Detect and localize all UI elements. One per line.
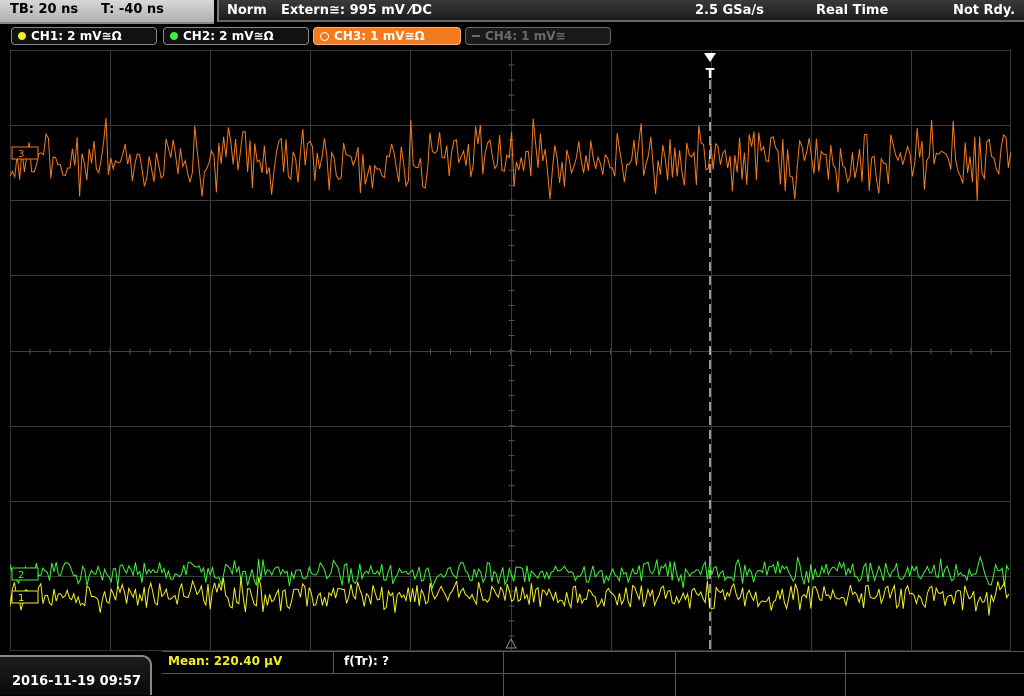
- measurement-slot-6[interactable]: [162, 674, 504, 696]
- ch3-marker-label: 3: [18, 149, 24, 160]
- ch2-label: CH2: 2 mV≅Ω: [183, 29, 274, 43]
- measurement-slot-8[interactable]: [676, 674, 846, 696]
- channel-tabs: CH1: 2 mV≅Ω CH2: 2 mV≅Ω CH3: 1 mV≅Ω CH4:…: [0, 24, 1024, 48]
- measurement-mean[interactable]: Mean: 220.40 µV: [162, 652, 334, 674]
- ch2-offset-marker[interactable]: 2: [11, 567, 39, 581]
- ch2-marker-label: 2: [18, 570, 24, 581]
- datetime: 2016-11-19 09:57: [12, 674, 142, 689]
- ch2-indicator-icon: [170, 32, 178, 40]
- ch4-label: CH4: 1 mV≅: [485, 29, 566, 43]
- tab-ch2[interactable]: CH2: 2 mV≅Ω: [163, 27, 309, 45]
- trigger-panel[interactable]: Norm Extern≅: 995 mV ⁄DC 2.5 GSa/s Real …: [217, 0, 1024, 22]
- tab-ch1[interactable]: CH1: 2 mV≅Ω: [11, 27, 157, 45]
- trigger-time-readout[interactable]: T: -40 ns: [101, 2, 164, 17]
- ch1-label: CH1: 2 mV≅Ω: [31, 29, 122, 43]
- measurement-slot-9[interactable]: [846, 674, 1024, 696]
- ch3-indicator-icon: [320, 31, 329, 41]
- ch1-offset-marker[interactable]: 1: [11, 590, 39, 604]
- measurement-bar: Mean: 220.40 µV f(Tr): ?: [162, 651, 1024, 696]
- status-bar: TB: 20 ns T: -40 ns Norm Extern≅: 995 mV…: [0, 0, 1024, 24]
- measurement-slot-4[interactable]: [676, 652, 846, 674]
- ch1-indicator-icon: [18, 32, 26, 40]
- datetime-panel: 2016-11-19 09:57: [0, 655, 152, 695]
- ch3-label: CH3: 1 mV≅Ω: [334, 29, 425, 43]
- measurement-slot-7[interactable]: [504, 674, 676, 696]
- measurement-frequency[interactable]: f(Tr): ?: [334, 652, 504, 674]
- measurement-frequency-value: f(Tr): ?: [344, 654, 389, 668]
- ch3-offset-marker[interactable]: 3: [11, 146, 39, 160]
- measurement-slot-5[interactable]: [846, 652, 1024, 674]
- measurement-slot-3[interactable]: [504, 652, 676, 674]
- timebase-panel[interactable]: TB: 20 ns T: -40 ns: [0, 0, 214, 24]
- acquisition-mode[interactable]: Real Time: [816, 3, 888, 18]
- tab-ch4[interactable]: CH4: 1 mV≅: [465, 27, 611, 45]
- tab-ch3[interactable]: CH3: 1 mV≅Ω: [313, 27, 461, 45]
- measurement-mean-value: Mean: 220.40 µV: [168, 654, 283, 668]
- waveform-display[interactable]: T 3 2 1: [10, 50, 1011, 651]
- trigger-mode[interactable]: Norm: [227, 3, 267, 18]
- ch4-indicator-icon: [472, 35, 480, 37]
- timebase-readout[interactable]: TB: 20 ns: [10, 2, 78, 17]
- trigger-marker-label: T: [706, 67, 715, 82]
- trigger-source[interactable]: Extern≅: 995 mV ⁄DC: [281, 3, 432, 18]
- sample-rate[interactable]: 2.5 GSa/s: [695, 3, 764, 18]
- acquisition-status: Not Rdy.: [953, 3, 1016, 18]
- ch1-marker-label: 1: [18, 593, 24, 604]
